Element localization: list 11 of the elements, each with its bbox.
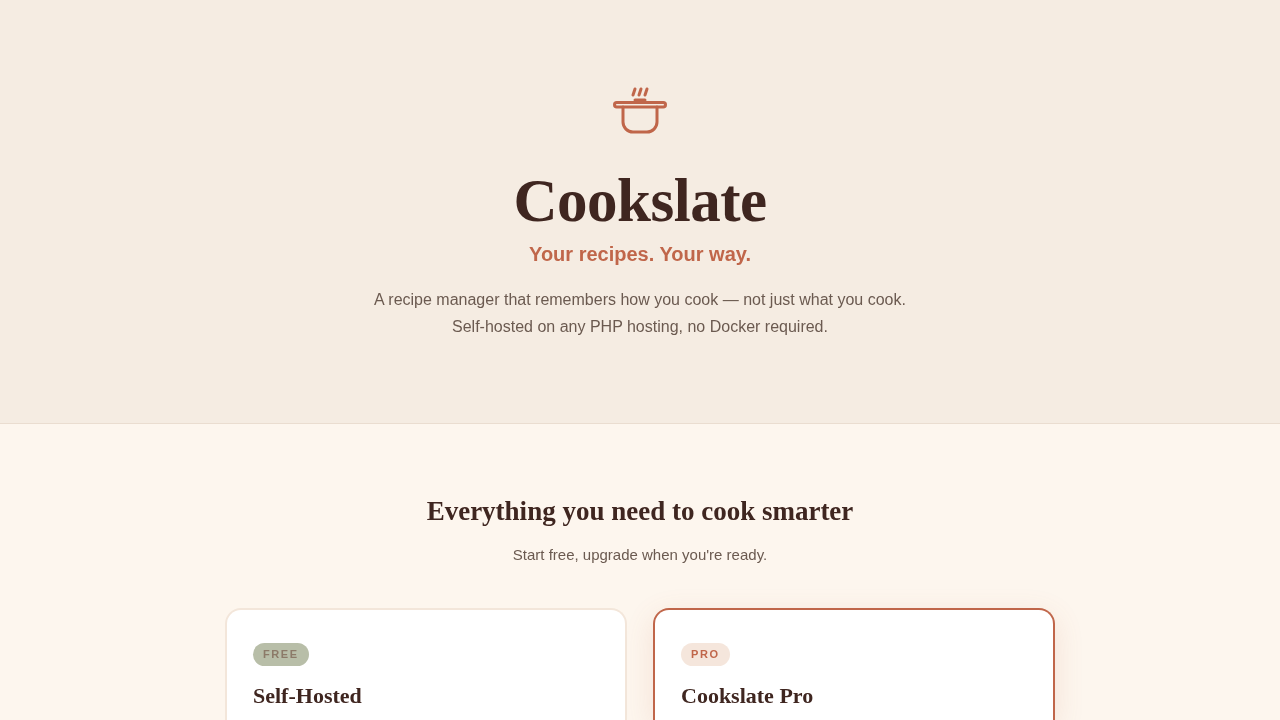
section-subheading: Start free, upgrade when you're ready. xyxy=(512,545,768,565)
plan-name: Cookslate Pro xyxy=(681,682,814,710)
plan-name: Self-Hosted xyxy=(253,682,362,710)
tagline: Your recipes. Your way. xyxy=(529,242,751,267)
description-text: A recipe manager that remembers how you cook — not just what you cook. xyxy=(374,290,906,310)
plan-badge: FREE xyxy=(253,643,309,666)
section-heading: Everything you need to cook smarter xyxy=(426,495,854,528)
app-title: Cookslate xyxy=(513,166,767,236)
description-text: Self-hosted on any PHP hosting, no Docker required. xyxy=(452,317,828,337)
cooking-pot-icon xyxy=(613,86,667,134)
plan-badge: PRO xyxy=(681,643,730,666)
